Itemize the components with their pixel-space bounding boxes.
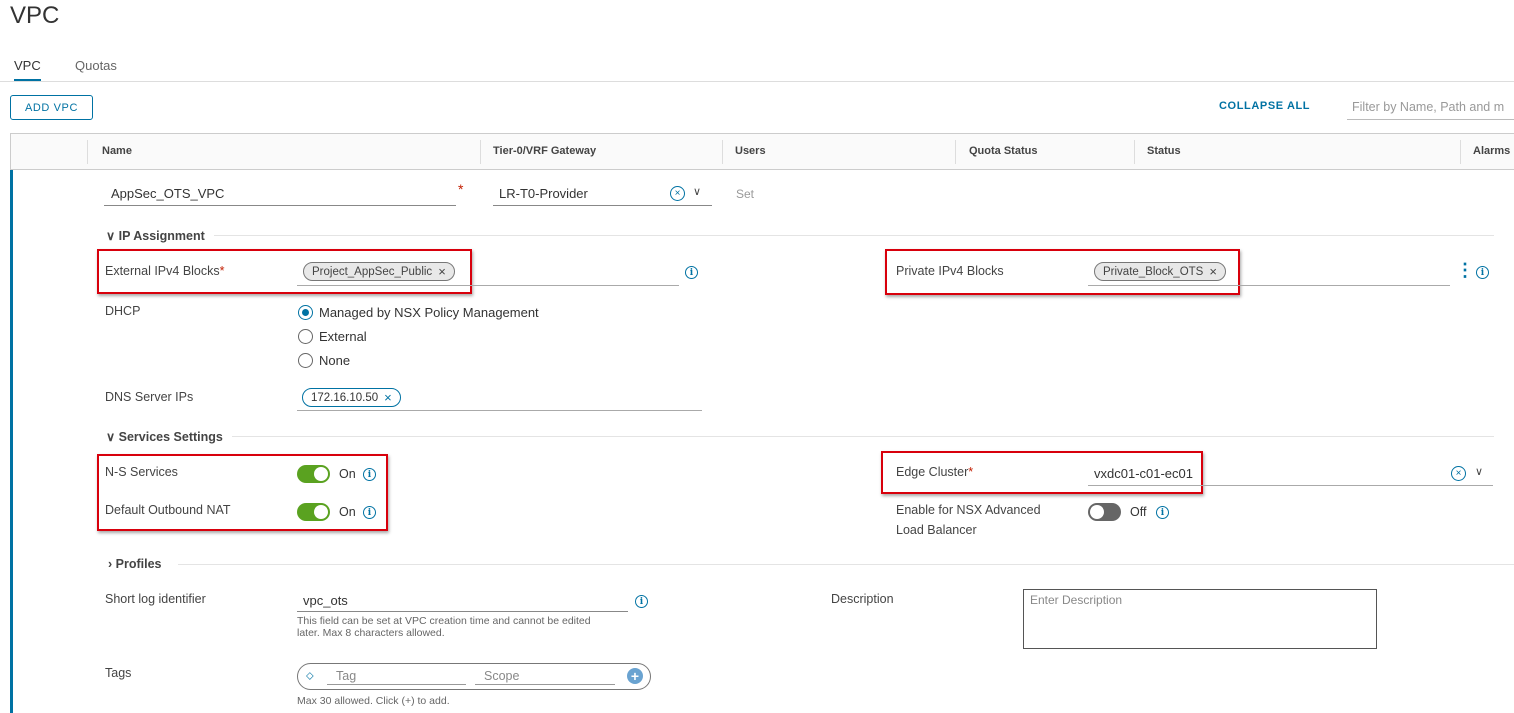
column-status[interactable]: Status [1147, 145, 1181, 157]
info-icon[interactable]: i [685, 266, 698, 279]
chevron-down-icon[interactable]: ∨ [693, 185, 701, 198]
info-icon[interactable]: i [1476, 266, 1489, 279]
users-set-link[interactable]: Set [736, 187, 754, 201]
outbound-nat-toggle[interactable] [297, 503, 330, 521]
info-icon[interactable]: i [363, 468, 376, 481]
radio-label: None [319, 353, 351, 368]
radio-dhcp-external[interactable] [298, 329, 313, 344]
services-settings-header[interactable]: ∨ Services Settings [106, 429, 223, 444]
chip-remove-icon: × [438, 264, 446, 279]
log-identifier-help: This field can be set at VPC creation ti… [297, 615, 591, 639]
radio-dhcp-none[interactable] [298, 353, 313, 368]
required-asterisk: * [458, 181, 464, 197]
radio-dhcp-managed[interactable] [298, 305, 313, 320]
vpc-name-value: AppSec_OTS_VPC [111, 186, 225, 201]
description-textarea[interactable] [1023, 589, 1377, 649]
scope-input[interactable]: Scope [475, 668, 615, 685]
radio-label: Managed by NSX Policy Management [319, 305, 539, 320]
profiles-header[interactable]: › Profiles [108, 557, 162, 571]
ip-assignment-header[interactable]: ∨ IP Assignment [106, 228, 205, 243]
alb-label-line1: Enable for NSX Advanced [896, 503, 1041, 517]
chevron-down-icon[interactable]: ∨ [1475, 465, 1483, 478]
outbound-nat-label: Default Outbound NAT [105, 503, 231, 517]
private-blocks-label: Private IPv4 Blocks [896, 264, 1004, 278]
add-vpc-button[interactable]: ADD VPC [10, 95, 93, 120]
column-quota-status[interactable]: Quota Status [969, 145, 1037, 157]
chip-remove-icon: × [1209, 264, 1217, 279]
alb-label-line2: Load Balancer [896, 523, 977, 537]
column-gateway[interactable]: Tier-0/VRF Gateway [493, 145, 596, 157]
ns-services-state: On [339, 467, 356, 481]
info-icon[interactable]: i [363, 506, 376, 519]
clear-icon[interactable]: × [1451, 466, 1466, 481]
alb-state: Off [1130, 505, 1147, 519]
tab-quotas[interactable]: Quotas [75, 58, 117, 79]
row-edit-indicator [10, 170, 13, 713]
log-identifier-label: Short log identifier [105, 592, 206, 606]
private-block-chip[interactable]: Private_Block_OTS × [1094, 262, 1226, 281]
column-name[interactable]: Name [102, 145, 132, 157]
column-users[interactable]: Users [735, 145, 766, 157]
dhcp-label: DHCP [105, 304, 141, 318]
dns-label: DNS Server IPs [105, 390, 194, 404]
add-tag-icon[interactable]: + [627, 668, 643, 684]
info-icon[interactable]: i [1156, 506, 1169, 519]
chevron-down-icon: ∨ [106, 430, 116, 444]
chip-remove-icon: × [384, 390, 392, 405]
tabs-divider [0, 81, 1514, 82]
collapse-all-button[interactable]: COLLAPSE ALL [1219, 100, 1310, 112]
edge-cluster-value: vxdc01-c01-ec01 [1094, 466, 1193, 481]
tags-input-group: ⬦ Tag Scope + [297, 663, 651, 690]
edge-cluster-select[interactable]: vxdc01-c01-ec01 × ∨ [1088, 460, 1493, 486]
description-label: Description [831, 592, 894, 606]
alb-toggle[interactable] [1088, 503, 1121, 521]
external-block-chip[interactable]: Project_AppSec_Public × [303, 262, 455, 281]
clear-icon[interactable]: × [670, 186, 685, 201]
filter-input[interactable]: Filter by Name, Path and m [1347, 96, 1514, 120]
tags-label: Tags [105, 666, 132, 680]
log-identifier-input[interactable]: vpc_ots [297, 589, 628, 612]
external-blocks-label: External IPv4 Blocks* [105, 264, 225, 278]
more-vertical-icon[interactable]: ⋮ [1456, 261, 1474, 279]
chevron-right-icon: › [108, 557, 113, 571]
page-title: VPC [10, 2, 60, 29]
info-icon[interactable]: i [635, 595, 648, 608]
radio-label: External [319, 329, 367, 344]
log-identifier-value: vpc_ots [303, 593, 348, 608]
ns-services-toggle[interactable] [297, 465, 330, 483]
outbound-nat-state: On [339, 505, 356, 519]
tag-input[interactable]: Tag [327, 668, 466, 685]
gateway-value: LR-T0-Provider [499, 186, 588, 201]
vpc-name-input[interactable]: AppSec_OTS_VPC [104, 181, 456, 206]
tab-vpc[interactable]: VPC [14, 58, 41, 82]
tags-help: Max 30 allowed. Click (+) to add. [297, 695, 450, 707]
edge-cluster-label: Edge Cluster* [896, 465, 974, 479]
chevron-down-icon: ∨ [106, 229, 116, 243]
column-alarms[interactable]: Alarms [1473, 145, 1510, 157]
gateway-select[interactable]: LR-T0-Provider × ∨ [493, 181, 712, 206]
dns-chip[interactable]: 172.16.10.50 × [302, 388, 401, 407]
ns-services-label: N-S Services [105, 465, 178, 479]
tag-icon: ⬦ [306, 670, 314, 682]
